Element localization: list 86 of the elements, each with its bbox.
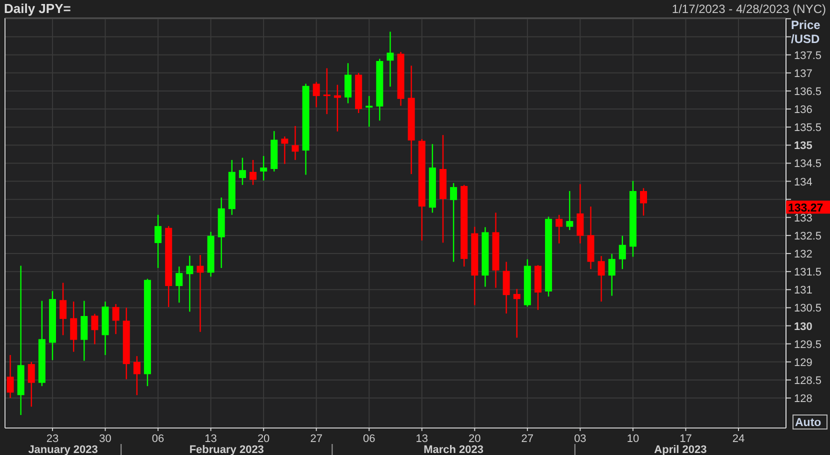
candlestick: [250, 160, 257, 185]
candlestick: [640, 188, 648, 216]
axis-label: 137.5: [794, 50, 822, 62]
candlestick: [334, 84, 341, 132]
axis-label: 13: [416, 433, 428, 445]
axis-label: 03: [574, 433, 586, 445]
candlestick: [154, 214, 162, 268]
candlestick: [556, 214, 563, 244]
candlestick: [344, 63, 352, 104]
axis-label: 131: [794, 284, 812, 297]
chart-title: Daily JPY=: [4, 2, 71, 15]
candlestick: [122, 308, 130, 380]
axis-title: /USD: [791, 32, 820, 46]
candlestick: [281, 136, 288, 164]
candlestick: [6, 355, 14, 398]
axis-label: 130: [794, 320, 812, 333]
month-label: April 2023: [654, 444, 707, 455]
axis-title: Price: [791, 18, 820, 32]
candlestick: [176, 266, 183, 303]
month-label: March 2023: [424, 444, 484, 455]
axis-label: 137: [794, 68, 812, 80]
axis-label: 17: [680, 433, 692, 445]
candlestick: [366, 96, 373, 127]
candlestick: [376, 58, 384, 121]
candlestick: [91, 314, 98, 344]
candlestick: [428, 144, 436, 213]
candlestick: [482, 227, 489, 287]
candlestick: [355, 72, 362, 113]
axis-label: 132: [794, 248, 812, 261]
axis-label: 27: [521, 433, 534, 445]
axis-label: 136: [794, 104, 812, 116]
candlestick: [218, 198, 225, 268]
candlestick: [292, 126, 299, 160]
axis-label: 129: [794, 356, 812, 369]
candlestick: [186, 256, 194, 312]
candlestick: [133, 356, 140, 396]
axis-label: 133: [794, 212, 812, 224]
candlestick: [566, 191, 574, 230]
candlestick: [386, 32, 394, 87]
candlestick: [513, 288, 520, 338]
axis-label: 06: [363, 433, 376, 445]
candlestick: [576, 184, 584, 244]
axis-label: 20: [468, 433, 481, 445]
candlestick: [323, 68, 330, 114]
candlestick: [608, 254, 616, 296]
axis-label: 131.5: [794, 266, 822, 279]
candlestick: [60, 282, 67, 336]
candlestick: [70, 302, 78, 352]
axis-label: 128: [794, 393, 812, 406]
axis-label: 24: [732, 433, 745, 445]
axis-label: 27: [310, 433, 322, 445]
axis-label: 20: [257, 433, 270, 445]
axis-label: 136.5: [794, 86, 822, 98]
last-price-label: 133.27: [786, 200, 830, 215]
candlestick: [534, 265, 542, 310]
candlestick: [28, 362, 35, 407]
candlestick: [260, 156, 268, 181]
candlestick: [270, 131, 278, 172]
axis-label: 06: [152, 433, 164, 445]
candlestick: [112, 304, 120, 334]
month-label: January 2023: [28, 444, 98, 455]
axis-label: 23: [46, 433, 59, 445]
candlestick: [312, 82, 320, 108]
candlestick: [102, 302, 109, 356]
candlestick: [238, 158, 246, 185]
candlestick: [49, 291, 56, 360]
candlestick: [587, 206, 594, 270]
axis-label: 134: [794, 176, 812, 188]
auto-button[interactable]: Auto: [792, 414, 828, 430]
axis-label: 130.5: [794, 302, 822, 315]
axis-label: 129.5: [794, 338, 822, 351]
axis-label: 135: [794, 140, 812, 152]
candlestick: [502, 262, 510, 314]
axis-label: 13: [204, 433, 217, 445]
month-label: February 2023: [189, 444, 264, 455]
date-range: 1/17/2023 - 4/28/2023 (NYC): [672, 2, 826, 14]
candlestick: [618, 236, 626, 270]
axis-label: 135.5: [794, 122, 822, 134]
axis-label: 132.5: [794, 230, 822, 242]
axis-label: 134.5: [794, 158, 822, 170]
candlestick: [228, 160, 236, 215]
axis-label: 30: [99, 433, 112, 445]
axis-label: 10: [626, 433, 640, 445]
candlestick: [80, 300, 88, 361]
candlestick: [598, 256, 605, 302]
axis-label: 128.5: [794, 374, 822, 387]
